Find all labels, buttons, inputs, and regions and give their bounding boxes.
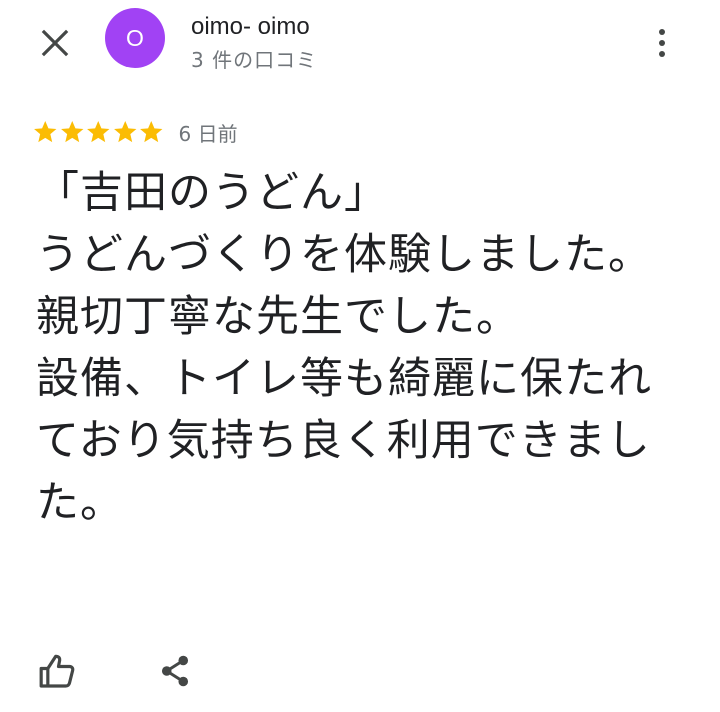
more-options-button[interactable] [648,20,676,66]
thumb-up-icon [39,654,75,688]
review-count: 3 件の口コミ [191,48,318,72]
star-icon [140,120,163,143]
close-icon [41,29,69,57]
close-button[interactable] [34,22,76,64]
share-icon [161,655,189,687]
user-name[interactable]: oimo- oimo [191,12,310,42]
review-text: 「吉田のうどん」 うどんづくりを体験しました。 親切丁寧な先生でした。 設備、ト… [36,168,652,528]
star-icon [60,120,83,143]
rating-row: 6 日前 [32,116,238,148]
star-rating [32,119,165,145]
share-button[interactable] [152,648,198,694]
star-icon [113,120,136,143]
more-vert-icon [659,29,665,35]
like-button[interactable] [34,648,80,694]
avatar[interactable]: O [105,8,165,68]
review-date: 6 日前 [178,121,238,146]
star-icon [87,120,110,143]
star-icon [34,120,57,143]
